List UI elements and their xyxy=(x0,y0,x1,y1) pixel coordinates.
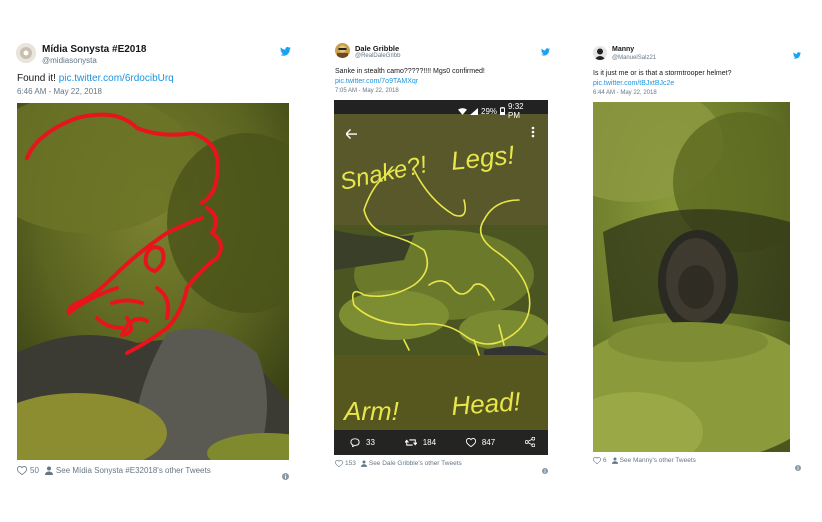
like-count: 50 xyxy=(30,466,39,475)
tweet-footer: 50 See Mídia Sonysta #E32018's other Twe… xyxy=(17,466,211,475)
more-options-icon[interactable] xyxy=(531,125,535,143)
info-icon[interactable] xyxy=(282,467,289,485)
drawing-text-head: Head! xyxy=(450,386,521,421)
twitter-bird-icon[interactable] xyxy=(541,43,550,61)
tweet-photo[interactable] xyxy=(17,103,289,460)
avatar[interactable] xyxy=(16,43,36,63)
twitter-bird-icon[interactable] xyxy=(280,43,291,61)
battery-icon xyxy=(500,107,506,115)
drawing-text-arm: Arm! xyxy=(342,396,399,426)
info-icon[interactable] xyxy=(542,461,548,479)
like-count: 6 xyxy=(603,457,607,464)
author-handle[interactable]: @RealDaleGribb xyxy=(355,53,400,59)
author-name[interactable]: Mídia Sonysta #E2018 xyxy=(42,44,147,55)
heart-icon[interactable] xyxy=(17,466,27,475)
tweet-timestamp[interactable]: 6:44 AM - May 22, 2018 xyxy=(593,90,657,96)
reply-count: 33 xyxy=(366,437,375,447)
wifi-icon xyxy=(458,107,467,115)
reply-icon xyxy=(350,437,360,447)
tweet-timestamp[interactable]: 7:05 AM - May 22, 2018 xyxy=(335,88,399,94)
tweet-text-body: Sanke in stealth camo?????!!!! Mgs0 conf… xyxy=(335,68,485,75)
back-arrow-icon[interactable] xyxy=(345,126,357,144)
person-icon xyxy=(360,460,367,467)
info-icon[interactable] xyxy=(795,458,801,476)
other-tweets-link[interactable]: See Manny's other Tweets xyxy=(620,457,696,464)
phone-action-bar: 33 184 847 xyxy=(350,437,535,447)
tweet-text: Found it! pic.twitter.com/6rdocibUrq xyxy=(17,73,174,84)
tweet-footer: 153 See Dale Gribble's other Tweets xyxy=(335,460,462,467)
retweet-action[interactable]: 184 xyxy=(404,437,437,447)
tweet-photo[interactable] xyxy=(593,102,790,452)
phone-status-bar: 29% 9:32 PM xyxy=(458,102,524,120)
tweet-photo[interactable]: Snake?! Legs! Arm! Head! xyxy=(334,100,548,455)
other-tweets-link[interactable]: See Dale Gribble's other Tweets xyxy=(369,460,462,467)
tweet-text-body: Found it! xyxy=(17,73,56,84)
author-handle[interactable]: @ManuelSalz21 xyxy=(612,55,656,61)
retweet-count: 184 xyxy=(422,437,437,447)
author-handle[interactable]: @midiasonysta xyxy=(42,56,97,65)
avatar[interactable] xyxy=(593,46,607,60)
tweet-photo-link[interactable]: pic.twitter.com/7o9TAMXqr xyxy=(335,78,418,85)
retweet-icon xyxy=(404,438,417,447)
other-tweets-link[interactable]: See Mídia Sonysta #E32018's other Tweets xyxy=(56,466,211,475)
tweet-photo-link[interactable]: pic.twitter.com/tBJxtBJc2e xyxy=(593,80,674,87)
person-icon xyxy=(44,466,53,475)
author-name[interactable]: Manny xyxy=(612,46,634,53)
like-count: 847 xyxy=(481,437,496,447)
heart-icon[interactable] xyxy=(335,460,343,467)
person-icon xyxy=(611,457,618,464)
phone-clock: 9:32 PM xyxy=(508,102,524,120)
tweet-footer: 6 See Manny's other Tweets xyxy=(593,457,696,464)
like-action[interactable]: 847 xyxy=(465,437,496,447)
heart-icon[interactable] xyxy=(593,457,601,464)
reply-action[interactable]: 33 xyxy=(350,438,375,447)
battery-percent: 29% xyxy=(481,106,498,116)
heart-icon xyxy=(465,437,476,447)
twitter-bird-icon[interactable] xyxy=(793,46,801,64)
author-name[interactable]: Dale Gribble xyxy=(355,44,399,53)
like-count: 153 xyxy=(345,460,356,467)
signal-icon xyxy=(470,107,478,115)
tweet-timestamp[interactable]: 6:46 AM - May 22, 2018 xyxy=(17,87,102,96)
tweet-text-body: Is it just me or is that a stormtrooper … xyxy=(593,70,732,77)
avatar[interactable] xyxy=(335,43,350,58)
share-icon[interactable] xyxy=(524,437,535,447)
tweet-photo-link[interactable]: pic.twitter.com/6rdocibUrq xyxy=(59,73,174,84)
helmet-shape xyxy=(658,230,738,334)
